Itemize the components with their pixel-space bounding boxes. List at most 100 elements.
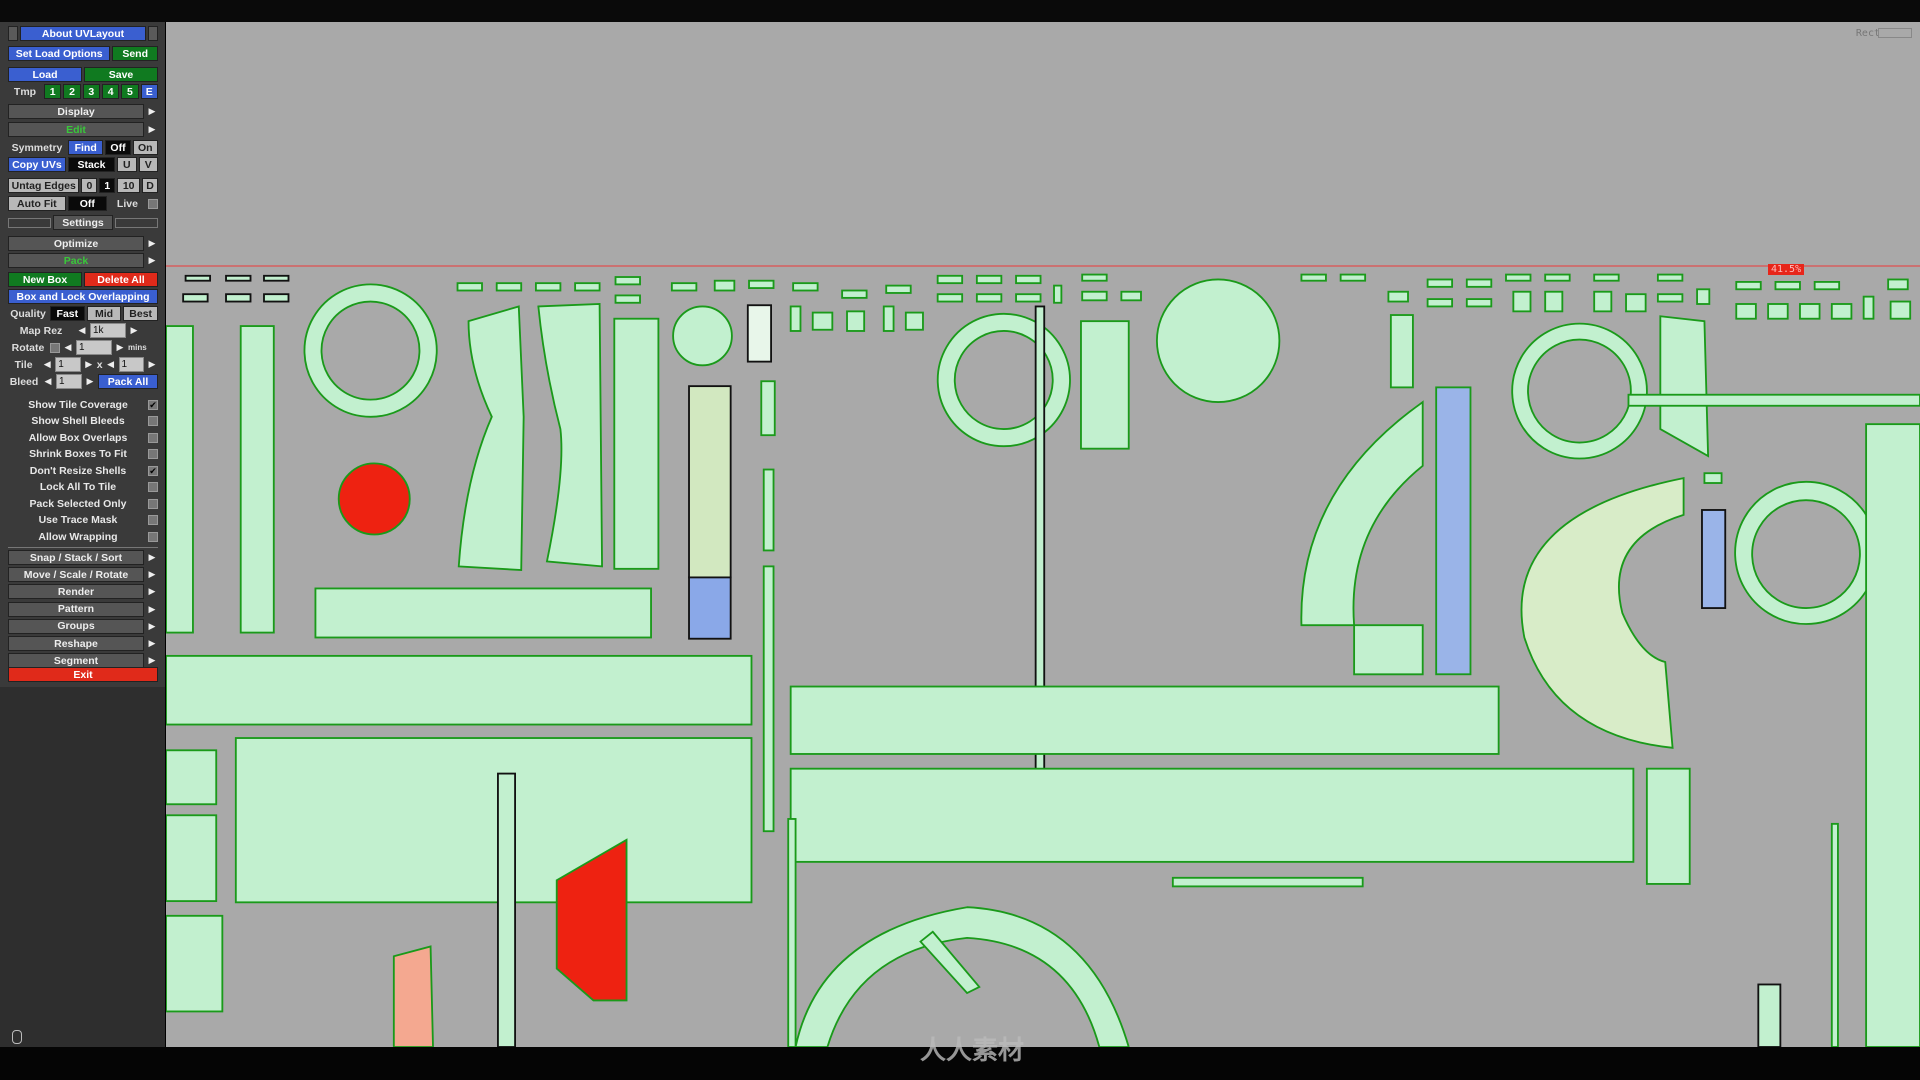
tmp-slot-5[interactable]: 5 (121, 84, 139, 99)
save-button[interactable]: Save (84, 67, 158, 82)
uv-shell[interactable] (1080, 320, 1130, 450)
uv-shell-arc[interactable] (1520, 476, 1685, 749)
menu-reshape[interactable]: Reshape ▶ (8, 636, 158, 651)
symmetry-find-button[interactable]: Find (68, 140, 104, 155)
uv-shell[interactable] (1865, 423, 1920, 1047)
option-checkbox[interactable]: ✔ (148, 465, 158, 476)
expand-handle[interactable] (148, 26, 158, 41)
uv-shell[interactable] (1701, 509, 1727, 609)
uv-shell[interactable] (537, 303, 603, 568)
uv-shell[interactable] (1830, 822, 1839, 1047)
arrow-left-icon[interactable]: ◀ (41, 357, 53, 372)
tile-x-field[interactable]: 1 (55, 357, 81, 372)
uv-shell[interactable] (457, 305, 525, 572)
auto-fit-button[interactable]: Auto Fit (8, 196, 66, 211)
set-load-options-button[interactable]: Set Load Options (8, 46, 111, 61)
arrow-left-icon[interactable]: ◀ (76, 323, 88, 338)
new-box-button[interactable]: New Box (8, 272, 82, 287)
arrow-left-icon[interactable]: ◀ (42, 374, 54, 389)
rect-field[interactable] (1878, 28, 1912, 38)
uv-viewport[interactable]: Rect 41.5% (166, 22, 1920, 1047)
option-row[interactable]: Allow Box Overlaps (8, 430, 158, 445)
menu-render[interactable]: Render ▶ (8, 584, 158, 600)
uv-shell[interactable] (166, 654, 753, 726)
quality-fast-button[interactable]: Fast (50, 306, 85, 321)
uv-shell-disc[interactable] (1155, 278, 1281, 404)
uv-shell[interactable] (1435, 386, 1472, 676)
arrow-left-icon[interactable]: ◀ (62, 340, 74, 355)
uv-shell[interactable] (497, 772, 517, 1047)
uv-shell-arc[interactable] (1300, 400, 1424, 676)
v-button[interactable]: V (138, 157, 158, 172)
arrow-right-icon[interactable]: ▶ (146, 357, 158, 372)
arrow-left-icon[interactable]: ◀ (105, 357, 117, 372)
option-row[interactable]: Use Trace Mask (8, 513, 158, 528)
untag-1-button[interactable]: 1 (99, 178, 116, 193)
box-lock-overlapping-button[interactable]: Box and Lock Overlapping (8, 289, 158, 304)
map-rez-field[interactable]: 1k (90, 323, 126, 338)
display-label[interactable]: Display (8, 104, 144, 119)
send-button[interactable]: Send (112, 46, 158, 61)
settings-button[interactable]: Settings (53, 215, 113, 230)
option-row[interactable]: Show Shell Bleeds (8, 414, 158, 429)
option-checkbox[interactable] (148, 432, 158, 443)
uv-shell-ring[interactable] (1511, 322, 1648, 460)
uv-shell-disc[interactable] (672, 305, 733, 367)
option-row[interactable]: Pack Selected Only (8, 496, 158, 511)
uv-shell[interactable] (234, 737, 753, 904)
uv-shell-ring[interactable] (936, 312, 1071, 448)
menu-pattern[interactable]: Pattern ▶ (8, 601, 158, 617)
tile-y-field[interactable]: 1 (118, 357, 144, 372)
uv-shell[interactable] (166, 325, 194, 634)
menu-segment[interactable]: Segment ▶ (8, 653, 158, 669)
uv-shell-ring[interactable] (1734, 480, 1879, 625)
uv-shell[interactable] (1659, 315, 1710, 458)
option-checkbox[interactable]: ✔ (148, 399, 158, 410)
uv-shell[interactable] (166, 814, 218, 903)
untag-edges-button[interactable]: Untag Edges (8, 178, 80, 193)
menu-move-scale-rotate[interactable]: Move / Scale / Rotate ▶ (8, 567, 158, 583)
copy-uvs-button[interactable]: Copy UVs (8, 157, 66, 172)
option-checkbox[interactable] (148, 531, 158, 542)
uv-shell[interactable] (688, 576, 732, 640)
tmp-slot-2[interactable]: 2 (63, 84, 81, 99)
tmp-slot-e[interactable]: E (140, 84, 158, 99)
display-menu[interactable]: Display ▶ (8, 104, 158, 119)
load-button[interactable]: Load (8, 67, 82, 82)
arrow-right-icon[interactable]: ▶ (83, 357, 95, 372)
menu-snap-stack-sort[interactable]: Snap / Stack / Sort ▶ (8, 550, 158, 565)
uv-shell[interactable] (1627, 393, 1920, 407)
about-button[interactable]: About UVLayout (20, 26, 146, 41)
uv-layout-canvas[interactable] (166, 22, 1920, 1047)
option-row[interactable]: Show Tile Coverage ✔ (8, 397, 158, 412)
uv-shell[interactable] (392, 945, 434, 1047)
uv-shell[interactable] (1757, 983, 1782, 1047)
uv-shell[interactable] (1645, 767, 1691, 885)
uv-shell-ring[interactable] (303, 283, 438, 418)
menu-label[interactable]: Groups (8, 618, 144, 634)
menu-label[interactable]: Snap / Stack / Sort (8, 550, 144, 565)
stack-button[interactable]: Stack (67, 157, 116, 172)
pack-label[interactable]: Pack (8, 253, 144, 268)
option-checkbox[interactable] (148, 482, 158, 492)
pack-menu[interactable]: Pack ▶ (8, 253, 158, 268)
uv-shell[interactable] (789, 685, 1500, 755)
tmp-slot-4[interactable]: 4 (101, 84, 120, 99)
tmp-slot-1[interactable]: 1 (44, 84, 62, 99)
option-row[interactable]: Lock All To Tile (8, 480, 158, 495)
uv-shell[interactable] (239, 325, 275, 634)
uv-shell[interactable] (1171, 876, 1364, 888)
uv-shell[interactable] (762, 565, 775, 833)
uv-shell[interactable] (166, 749, 218, 806)
bleed-field[interactable]: 1 (56, 374, 82, 389)
uv-shell[interactable] (613, 317, 660, 570)
uv-shell[interactable] (760, 380, 776, 437)
option-checkbox[interactable] (148, 416, 158, 426)
pack-all-button[interactable]: Pack All (98, 374, 158, 389)
untag-d-button[interactable]: D (142, 178, 158, 193)
auto-fit-toggle[interactable]: Off (67, 196, 107, 211)
untag-0-button[interactable]: 0 (81, 178, 98, 193)
delete-all-button[interactable]: Delete All (84, 272, 158, 287)
untag-10-button[interactable]: 10 (117, 178, 141, 193)
exit-button[interactable]: Exit (8, 667, 158, 682)
